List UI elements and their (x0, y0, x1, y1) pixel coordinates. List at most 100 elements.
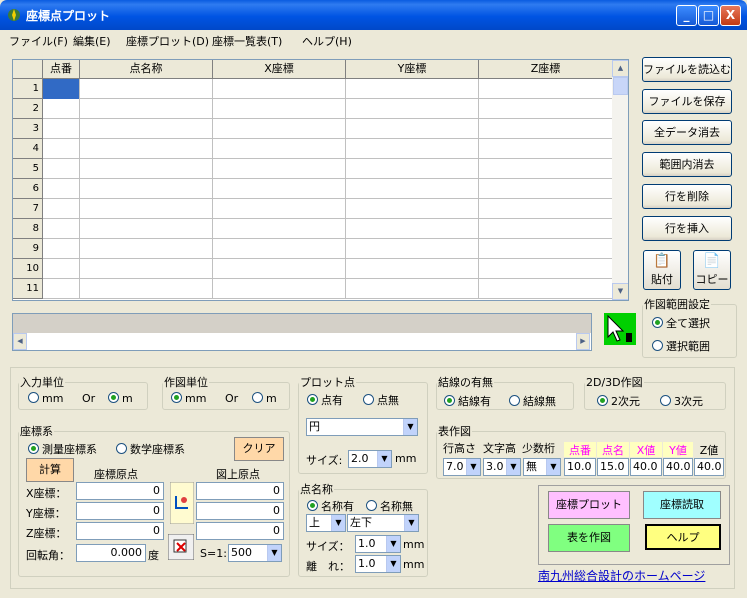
origin-x-input[interactable]: 0 (76, 482, 164, 500)
range-all-radio[interactable]: 全て選択 (652, 315, 710, 331)
grid-cell[interactable] (80, 219, 213, 239)
grid-cell[interactable] (346, 199, 479, 219)
grid-cell[interactable] (213, 79, 346, 99)
paste-button[interactable]: 📋 貼付 (643, 250, 681, 290)
row-number[interactable]: 4 (13, 139, 43, 159)
input-mm-radio[interactable]: mm (28, 392, 63, 405)
grid-cell[interactable] (43, 79, 80, 99)
maximize-button[interactable]: □ (698, 5, 719, 26)
row-number[interactable]: 5 (13, 159, 43, 179)
table-row[interactable]: 10 (13, 259, 613, 279)
map-z-input[interactable]: 0 (196, 522, 284, 540)
row-number[interactable]: 1 (13, 79, 43, 99)
plot-button[interactable]: 座標プロット (548, 491, 630, 519)
table-row[interactable]: 8 (13, 219, 613, 239)
table-row[interactable]: 9 (13, 239, 613, 259)
grid-cell[interactable] (346, 259, 479, 279)
grid-cell[interactable] (43, 259, 80, 279)
homepage-link[interactable]: 南九州総合設計のホームページ (538, 567, 705, 584)
name-anchor-select[interactable]: 左下 ▼ (347, 514, 419, 532)
draw-table-button[interactable]: 表を作図 (548, 524, 630, 552)
grid-cell[interactable] (80, 99, 213, 119)
grid-cell[interactable] (479, 279, 613, 299)
dim-2d-radio[interactable]: 2次元 (597, 393, 640, 409)
survey-coord-radio[interactable]: 測量座標系 (28, 441, 97, 457)
col-x-width-input[interactable]: 40.0 (630, 458, 662, 476)
col-no-width-input[interactable]: 10.0 (564, 458, 596, 476)
scroll-left-icon[interactable]: ◀ (13, 333, 27, 350)
grid-cell[interactable] (346, 99, 479, 119)
name-gap-select[interactable]: 1.0 ▼ (355, 555, 401, 573)
range-selected-radio[interactable]: 選択範囲 (652, 338, 710, 354)
row-number[interactable]: 9 (13, 239, 43, 259)
clear-all-button[interactable]: 全データ消去 (642, 120, 732, 145)
char-height-select[interactable]: 3.0 ▼ (483, 458, 521, 476)
grid-cell[interactable] (346, 179, 479, 199)
grid-cell[interactable] (213, 199, 346, 219)
grid-cell[interactable] (479, 99, 613, 119)
grid-vertical-scrollbar[interactable]: ▲ ▼ (612, 60, 628, 300)
save-file-button[interactable]: ファイルを保存 (642, 89, 732, 114)
scroll-right-icon[interactable]: ▶ (576, 333, 590, 350)
clear-range-button[interactable]: 範囲内消去 (642, 152, 732, 177)
grid-cell[interactable] (213, 279, 346, 299)
calc-button[interactable]: 計算 (26, 458, 74, 482)
grid-cell[interactable] (346, 79, 479, 99)
grid-header-x[interactable]: X座標 (213, 60, 346, 79)
grid-cell[interactable] (479, 119, 613, 139)
load-file-button[interactable]: ファイルを読込む (642, 57, 732, 82)
name-position-select[interactable]: 上 ▼ (306, 514, 346, 532)
insert-row-button[interactable]: 行を挿入 (642, 216, 732, 241)
draw-mm-radio[interactable]: mm (171, 392, 206, 405)
row-number[interactable]: 8 (13, 219, 43, 239)
grid-cell[interactable] (43, 179, 80, 199)
transfer-icon[interactable] (170, 482, 194, 524)
col-name-width-input[interactable]: 15.0 (597, 458, 629, 476)
table-row[interactable]: 3 (13, 119, 613, 139)
grid-cell[interactable] (213, 219, 346, 239)
menu-plot[interactable]: 座標プロット(D) (126, 33, 209, 49)
tie-yes-radio[interactable]: 結線有 (444, 393, 491, 409)
row-number[interactable]: 7 (13, 199, 43, 219)
row-number[interactable]: 2 (13, 99, 43, 119)
scroll-thumb[interactable] (613, 77, 628, 95)
col-z-width-input[interactable]: 40.0 (694, 458, 724, 476)
grid-cell[interactable] (479, 139, 613, 159)
grid-cell[interactable] (43, 279, 80, 299)
grid-cell[interactable] (80, 179, 213, 199)
point-size-select[interactable]: 2.0 ▼ (348, 450, 392, 468)
grid-cell[interactable] (346, 159, 479, 179)
math-coord-radio[interactable]: 数学座標系 (116, 441, 185, 457)
grid-cell[interactable] (346, 119, 479, 139)
grid-cell[interactable] (213, 179, 346, 199)
grid-cell[interactable] (346, 239, 479, 259)
read-coord-button[interactable]: 座標読取 (643, 491, 721, 519)
grid-cell[interactable] (43, 99, 80, 119)
grid-cell[interactable] (213, 259, 346, 279)
grid-header-no[interactable]: 点番 (43, 60, 80, 79)
table-row[interactable]: 5 (13, 159, 613, 179)
grid-cell[interactable] (213, 139, 346, 159)
menu-edit[interactable]: 編集(E) (73, 33, 111, 49)
row-number[interactable]: 11 (13, 279, 43, 299)
grid-cell[interactable] (43, 119, 80, 139)
row-number[interactable]: 6 (13, 179, 43, 199)
grid-cell[interactable] (43, 219, 80, 239)
map-x-input[interactable]: 0 (196, 482, 284, 500)
table-row[interactable]: 6 (13, 179, 613, 199)
table-row[interactable]: 7 (13, 199, 613, 219)
grid-cell[interactable] (479, 219, 613, 239)
grid-cell[interactable] (479, 259, 613, 279)
minimize-button[interactable]: _ (676, 5, 697, 26)
scroll-down-icon[interactable]: ▼ (612, 283, 628, 300)
table-row[interactable]: 11 (13, 279, 613, 299)
dim-3d-radio[interactable]: 3次元 (660, 393, 703, 409)
cursor-pick-icon[interactable] (604, 313, 636, 345)
reset-icon[interactable] (168, 534, 194, 560)
grid-cell[interactable] (213, 159, 346, 179)
grid-cell[interactable] (80, 139, 213, 159)
menu-help[interactable]: ヘルプ(H) (302, 33, 352, 49)
tie-no-radio[interactable]: 結線無 (509, 393, 556, 409)
grid-cell[interactable] (80, 259, 213, 279)
origin-y-input[interactable]: 0 (76, 502, 164, 520)
